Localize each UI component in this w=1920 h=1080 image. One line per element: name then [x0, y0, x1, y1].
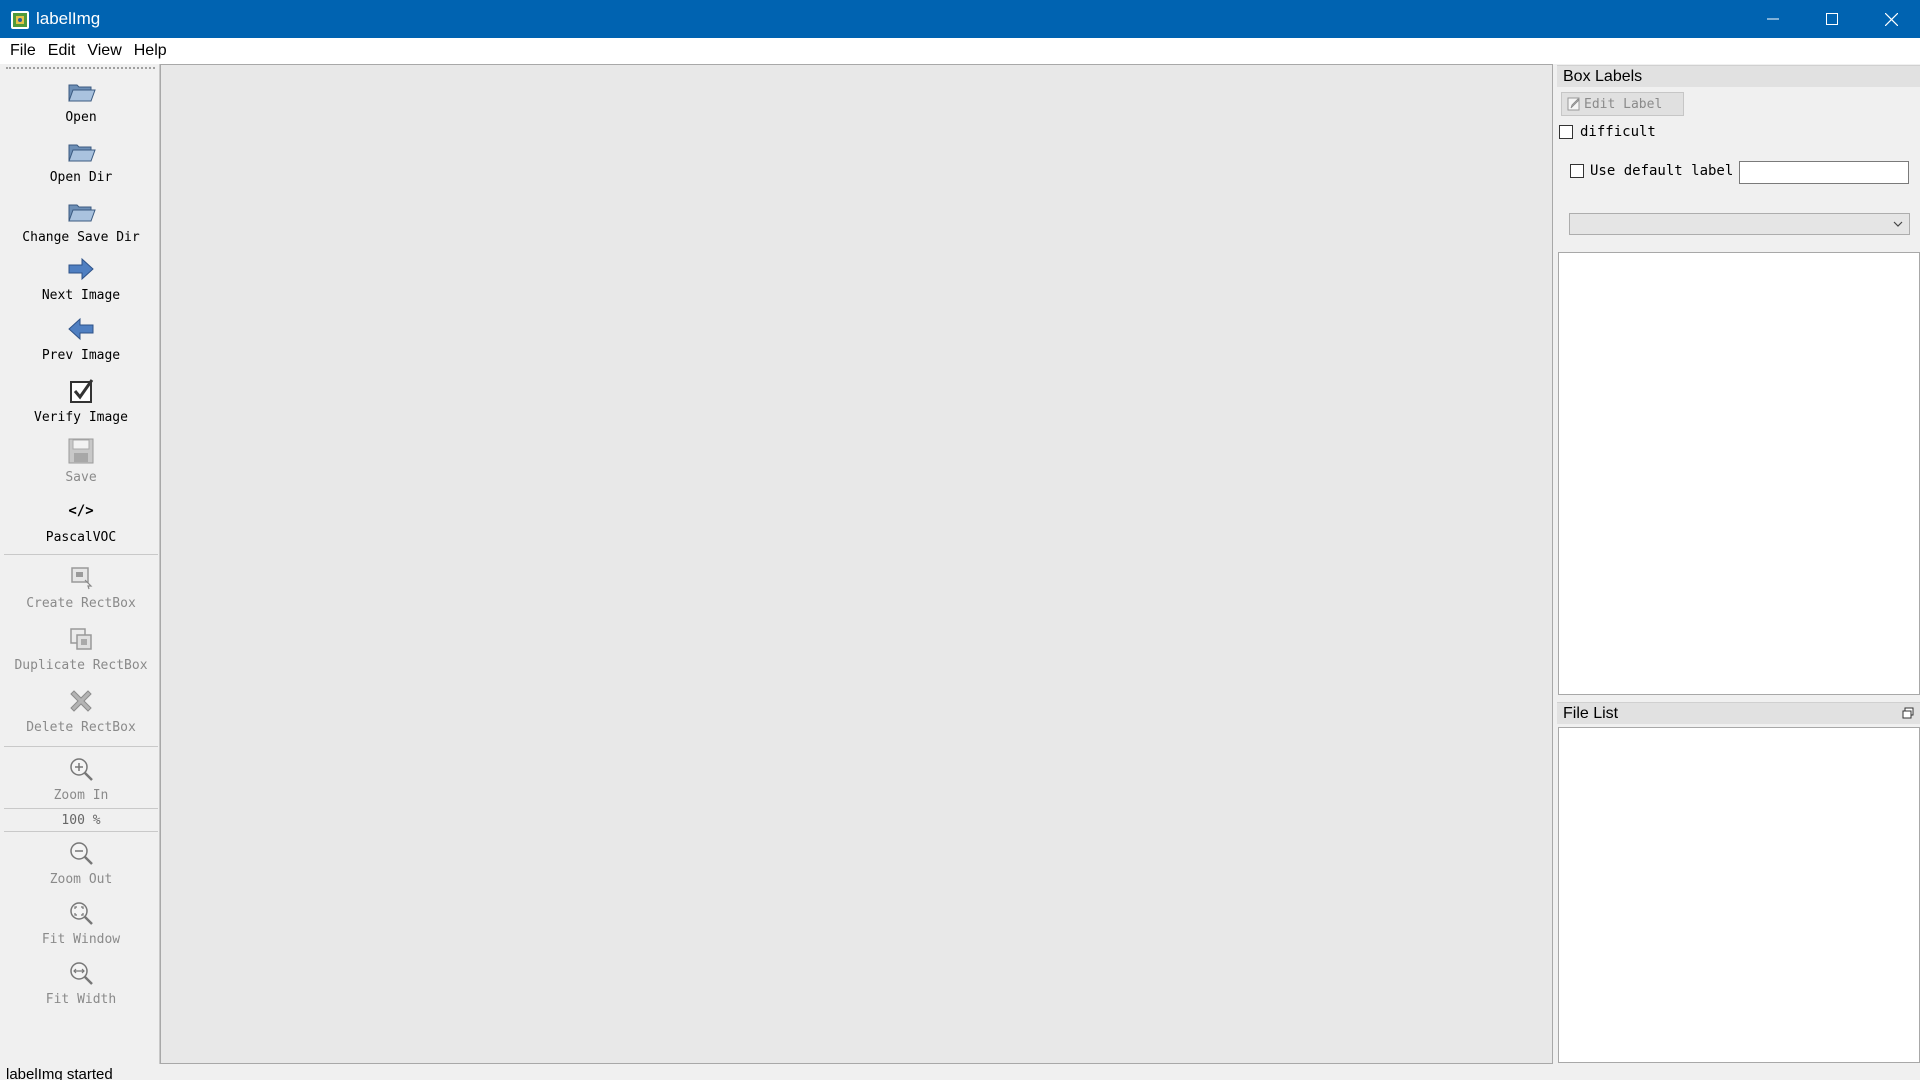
open-label: Open — [65, 110, 97, 125]
box-labels-dock-title: Box Labels — [1557, 65, 1920, 87]
format-label: PascalVOC — [45, 530, 117, 545]
fit-width-icon — [70, 962, 93, 985]
menu-file[interactable]: File — [4, 38, 42, 64]
menu-help[interactable]: Help — [128, 38, 173, 64]
change-save-dir-button[interactable]: Change Save Dir — [2, 196, 160, 245]
image-canvas[interactable] — [160, 64, 1553, 1064]
arrow-right-icon — [68, 257, 94, 281]
menu-edit[interactable]: Edit — [42, 38, 82, 64]
window-title: labelImg — [36, 9, 101, 28]
next-image-label: Next Image — [41, 288, 121, 303]
minimize-icon — [1767, 18, 1779, 20]
status-text: labelImg started — [6, 1066, 113, 1080]
save-button[interactable]: Save — [2, 436, 160, 485]
create-rectbox-label: Create RectBox — [26, 596, 136, 611]
edit-label-text: Edit Label — [1584, 96, 1663, 112]
toolbar-separator — [4, 808, 158, 809]
duplicate-rectbox-button[interactable]: Duplicate RectBox — [2, 624, 160, 673]
checkbox-icon — [70, 379, 94, 403]
title-bar: labelImg — [0, 0, 1920, 38]
zoom-value[interactable]: 100 % — [2, 813, 160, 828]
tools-toolbar: Open Open Dir Change Save Dir Next Image — [2, 64, 160, 1064]
fit-window-label: Fit Window — [41, 932, 121, 947]
open-button[interactable]: Open — [2, 76, 160, 125]
arrow-left-icon — [68, 317, 94, 341]
file-list[interactable] — [1558, 727, 1920, 1063]
folder-open-icon — [68, 204, 96, 222]
code-icon: </> — [68, 503, 94, 519]
fit-window-icon — [70, 902, 93, 925]
toolbar-separator — [4, 554, 158, 555]
labelimg-window: labelImg File Edit View Help Open Open D… — [0, 0, 1920, 1080]
floppy-icon — [68, 438, 94, 464]
zoom-in-button[interactable]: Zoom In — [2, 754, 160, 803]
close-icon — [1884, 12, 1898, 26]
zoom-out-label: Zoom Out — [49, 872, 113, 887]
delete-x-icon — [70, 690, 92, 712]
duplicate-rectbox-label: Duplicate RectBox — [14, 658, 148, 673]
close-button[interactable] — [1862, 0, 1920, 38]
toolbar-separator — [4, 831, 158, 832]
change-save-dir-label: Change Save Dir — [22, 230, 140, 245]
prev-image-label: Prev Image — [41, 348, 121, 363]
label-list[interactable] — [1558, 252, 1920, 695]
menu-bar: File Edit View Help — [0, 38, 1920, 64]
zoom-out-icon — [70, 842, 93, 865]
file-list-title: File List — [1563, 705, 1619, 722]
duplicate-icon — [70, 628, 92, 650]
folder-open-icon — [68, 144, 96, 162]
edit-label-button[interactable]: Edit Label — [1561, 92, 1684, 116]
zoom-out-button[interactable]: Zoom Out — [2, 838, 160, 887]
save-label: Save — [65, 470, 97, 485]
label-combobox[interactable] — [1569, 213, 1910, 235]
use-default-label-checkbox[interactable] — [1570, 164, 1584, 178]
fit-width-label: Fit Width — [45, 992, 117, 1007]
difficult-checkbox[interactable] — [1559, 125, 1573, 139]
verify-image-label: Verify Image — [34, 410, 128, 425]
toolbar-separator — [4, 746, 158, 747]
open-dir-button[interactable]: Open Dir — [2, 136, 160, 185]
format-button[interactable]: </> PascalVOC — [2, 496, 160, 545]
delete-rectbox-label: Delete RectBox — [26, 720, 136, 735]
fit-width-button[interactable]: Fit Width — [2, 958, 160, 1007]
toolbar-grip[interactable] — [6, 67, 155, 69]
chevron-down-icon — [1893, 221, 1903, 227]
create-rectbox-button[interactable]: Create RectBox — [2, 562, 160, 611]
status-bar: labelImg started — [0, 1064, 1920, 1080]
open-dir-label: Open Dir — [49, 170, 113, 185]
float-dock-icon[interactable] — [1902, 707, 1914, 719]
rectbox-icon — [71, 567, 93, 590]
prev-image-button[interactable]: Prev Image — [2, 314, 160, 363]
menu-view[interactable]: View — [81, 38, 127, 64]
fit-window-button[interactable]: Fit Window — [2, 898, 160, 947]
zoom-in-label: Zoom In — [53, 788, 109, 803]
minimize-button[interactable] — [1744, 0, 1802, 38]
difficult-label: difficult — [1580, 124, 1656, 140]
use-default-label-label: Use default label — [1590, 163, 1734, 179]
edit-pencil-icon — [1567, 97, 1580, 111]
maximize-icon — [1826, 13, 1838, 25]
maximize-button[interactable] — [1803, 0, 1861, 38]
folder-open-icon — [68, 84, 96, 102]
zoom-in-icon — [70, 758, 93, 781]
file-list-dock-title: File List — [1557, 702, 1920, 724]
delete-rectbox-button[interactable]: Delete RectBox — [2, 686, 160, 735]
next-image-button[interactable]: Next Image — [2, 254, 160, 303]
labelimg-app-icon — [11, 11, 29, 29]
default-label-input[interactable] — [1739, 161, 1909, 184]
verify-image-button[interactable]: Verify Image — [2, 376, 160, 425]
